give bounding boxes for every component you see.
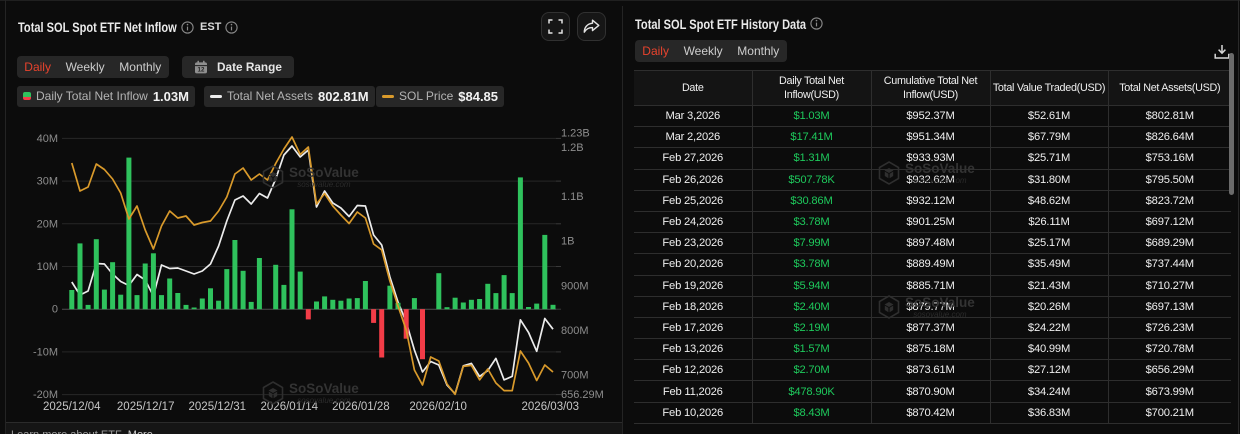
svg-text:40M: 40M (37, 133, 58, 145)
svg-text:700M: 700M (561, 370, 589, 382)
svg-text:1.1B: 1.1B (561, 191, 584, 203)
svg-text:2025/12/31: 2025/12/31 (189, 401, 247, 413)
svg-text:1.23B: 1.23B (561, 128, 590, 140)
svg-text:20M: 20M (37, 218, 58, 230)
svg-text:2026/02/10: 2026/02/10 (409, 401, 467, 413)
svg-text:2025/12/17: 2025/12/17 (117, 401, 175, 413)
svg-text:656.29M: 656.29M (561, 389, 604, 401)
svg-text:900M: 900M (561, 280, 589, 292)
svg-text:800M: 800M (561, 325, 589, 337)
svg-text:-20M: -20M (33, 389, 58, 401)
svg-text:10M: 10M (37, 261, 58, 273)
svg-text:30M: 30M (37, 176, 58, 188)
svg-text:0: 0 (52, 304, 58, 316)
svg-text:-10M: -10M (33, 346, 58, 358)
svg-text:2026/03/03: 2026/03/03 (522, 401, 580, 413)
svg-text:1B: 1B (561, 236, 574, 248)
svg-text:2025/12/04: 2025/12/04 (43, 401, 101, 413)
svg-text:1.2B: 1.2B (561, 142, 584, 154)
